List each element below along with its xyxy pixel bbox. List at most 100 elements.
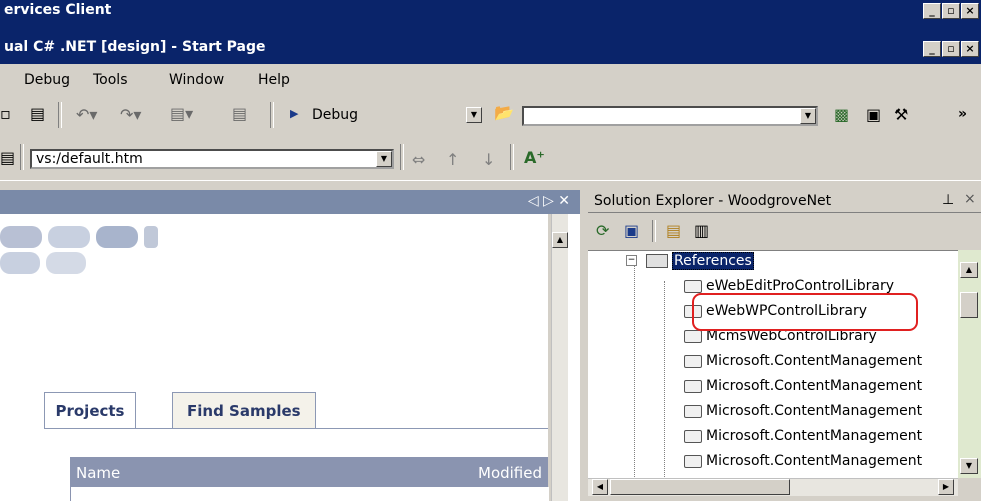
tree-line [634, 259, 636, 479]
solution-config-value: Debug [312, 107, 359, 123]
redo-icon[interactable]: ↷▾ [120, 105, 141, 124]
toolbox-icon[interactable]: ⚒ [894, 105, 908, 124]
properties-icon[interactable]: ▥ [694, 221, 709, 240]
inner-minimize-button[interactable]: _ [923, 41, 941, 57]
minimize-button[interactable]: _ [923, 3, 941, 19]
tab-find-samples[interactable]: Find Samples [172, 392, 316, 429]
assembly-reference-icon [684, 329, 702, 343]
reference-label: eWebEditProControlLibrary [706, 278, 895, 294]
assembly-reference-icon [684, 279, 702, 293]
horizontal-scroll-thumb[interactable] [610, 479, 790, 495]
solution-tree: − References eWebEditProControlLibrary e… [588, 250, 958, 479]
show-all-files-icon[interactable]: ▣ [624, 221, 639, 240]
web-page-icon: ▤ [0, 148, 16, 167]
tree-node-reference[interactable]: Microsoft.ContentManagement [684, 451, 922, 471]
tree-node-reference[interactable]: Microsoft.ContentManagement [684, 351, 922, 371]
find-in-files-icon[interactable]: 📂 [494, 103, 514, 122]
menu-debug[interactable]: Debug [24, 72, 70, 88]
pin-icon[interactable]: ⊥ [942, 192, 954, 208]
scroll-right-button[interactable]: ▶ [938, 479, 954, 495]
toolbar-separator [58, 102, 62, 128]
properties-icon[interactable]: ▣ [866, 105, 881, 124]
copy-icon[interactable]: ▫ [0, 104, 11, 123]
outer-window-title: ervices Client [4, 2, 112, 18]
inner-window-titlebar: ual C# .NET [design] - Start Page _ ▫ × [0, 34, 981, 64]
tab-projects[interactable]: Projects [44, 392, 136, 429]
assembly-reference-icon [684, 429, 702, 443]
menu-window[interactable]: Window [169, 72, 224, 88]
tree-horizontal-scrollbar[interactable]: ◀ ▶ [588, 478, 958, 496]
scroll-left-button[interactable]: ◀ [592, 479, 608, 495]
references-label: References [672, 252, 754, 270]
tree-node-references[interactable]: References [646, 251, 754, 271]
down-arrow-icon[interactable]: ↓ [482, 150, 495, 169]
close-icon[interactable]: × [964, 191, 976, 207]
scroll-down-button[interactable]: ▼ [960, 458, 978, 474]
up-arrow-icon[interactable]: ↑ [446, 150, 459, 169]
url-combo[interactable]: vs:/default.htm ▼ [30, 149, 394, 169]
projects-table-body [70, 487, 549, 501]
toolbar-separator [20, 144, 24, 170]
start-debug-icon[interactable]: ▶ [290, 107, 298, 120]
menu-bar: Debug Tools Window Help [0, 66, 981, 94]
navigate-forward-icon[interactable]: ▤ [232, 104, 247, 123]
menu-help[interactable]: Help [258, 72, 290, 88]
start-page-scrollbar[interactable]: ▲ [551, 214, 568, 501]
scroll-thumb[interactable] [960, 292, 978, 318]
outer-window-titlebar: ervices Client _ ▫ × [0, 0, 981, 34]
toolbar-overflow-icon[interactable]: » [958, 106, 967, 122]
tab-underline [44, 428, 548, 429]
web-toolbar: ▤ vs:/default.htm ▼ ⇔ ↑ ↓ A⁺ [0, 138, 981, 181]
scroll-up-button[interactable]: ▲ [552, 232, 568, 248]
start-page-pane: ◁ ▷ ✕ ▲ [0, 190, 580, 501]
column-header-name[interactable]: Name [76, 464, 120, 482]
references-folder-icon [646, 254, 668, 268]
tree-node-reference[interactable]: Microsoft.ContentManagement [684, 401, 922, 421]
find-combo[interactable]: ▼ [522, 106, 818, 126]
solution-explorer-title: Solution Explorer - WoodgroveNet [594, 193, 832, 209]
scroll-up-button[interactable]: ▲ [960, 262, 978, 278]
tree-node-reference[interactable]: Microsoft.ContentManagement [684, 376, 922, 396]
toolbar-separator [270, 102, 274, 128]
tree-node-reference[interactable]: Microsoft.ContentManagement [684, 426, 922, 446]
refresh-icon[interactable]: ⟳ [596, 221, 609, 240]
column-header-modified[interactable]: Modified [478, 464, 542, 482]
chevron-down-icon[interactable]: ▼ [376, 151, 392, 167]
inner-restore-button[interactable]: ▫ [942, 41, 960, 57]
assembly-reference-icon [684, 454, 702, 468]
start-page-tab-bar: ◁ ▷ ✕ [0, 190, 580, 214]
pane-border [548, 214, 551, 501]
chevron-down-icon[interactable]: ▼ [800, 108, 816, 124]
assembly-reference-icon [684, 404, 702, 418]
assembly-reference-icon [684, 379, 702, 393]
reference-label: Microsoft.ContentManagement [706, 403, 923, 419]
restore-button[interactable]: ▫ [942, 3, 960, 19]
solution-explorer-icon[interactable]: ▩ [834, 105, 849, 124]
tree-line [664, 281, 666, 479]
font-size-icon[interactable]: A⁺ [524, 148, 545, 167]
solution-explorer-toolbar: ⟳ ▣ ▤ ▥ [588, 212, 981, 250]
copy-project-icon[interactable]: ▤ [666, 221, 681, 240]
solution-explorer-pane: Solution Explorer - WoodgroveNet ⊥ × ⟳ ▣… [588, 190, 981, 501]
standard-toolbar: ▫ ▤ ↶▾ ↷▾ ▤▾ ▤ ▶ Debug ▼ 📂 ▼ ▩ ▣ ⚒ » [0, 98, 981, 134]
tree-scrollbar[interactable]: ▲ ▼ [958, 250, 981, 478]
paste-icon[interactable]: ▤ [30, 104, 45, 123]
close-button[interactable]: × [961, 3, 979, 19]
reference-label: Microsoft.ContentManagement [706, 353, 923, 369]
undo-icon[interactable]: ↶▾ [76, 105, 97, 124]
solution-config-combo[interactable]: Debug ▼ [308, 107, 482, 127]
menu-tools[interactable]: Tools [93, 72, 128, 88]
navigate-back-icon[interactable]: ▤▾ [170, 104, 193, 123]
reference-label: Microsoft.ContentManagement [706, 378, 923, 394]
sync-contents-icon[interactable]: ⇔ [412, 150, 425, 169]
reference-label: Microsoft.ContentManagement [706, 428, 923, 444]
splitter[interactable] [580, 190, 588, 501]
toolbar-separator [510, 144, 514, 170]
highlight-annotation [692, 293, 918, 331]
inner-close-button[interactable]: × [961, 41, 979, 57]
toolbar-separator [652, 220, 656, 242]
pane-nav-icons[interactable]: ◁ ▷ ✕ [528, 193, 570, 209]
collapse-toggle-icon[interactable]: − [626, 255, 637, 266]
logo [0, 226, 158, 274]
chevron-down-icon[interactable]: ▼ [466, 107, 482, 123]
